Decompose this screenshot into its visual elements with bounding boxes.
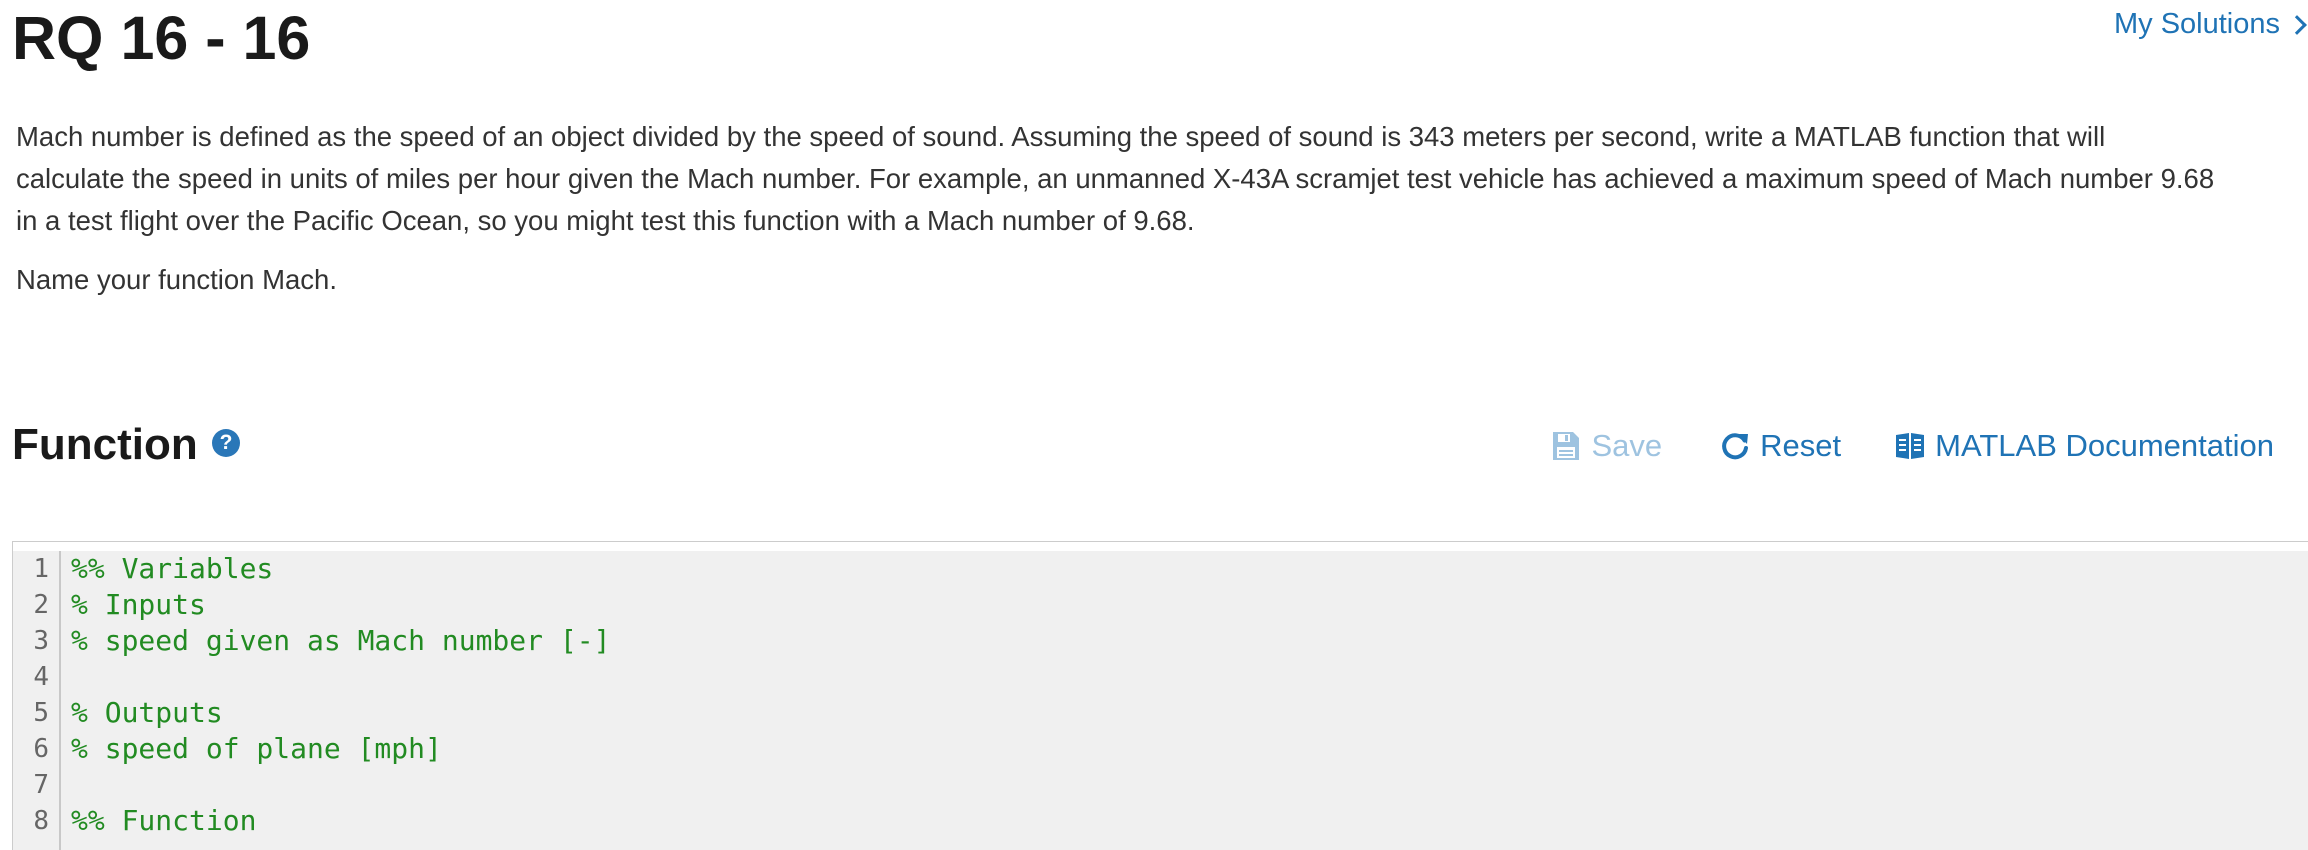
line-number: 2: [33, 590, 49, 620]
line-number: 5: [33, 698, 49, 728]
code-text: %% Function: [71, 804, 257, 837]
code-line[interactable]: 8 %% Function: [13, 803, 2308, 839]
question-circle-icon[interactable]: ?: [212, 429, 240, 457]
code-line[interactable]: 3 % speed given as Mach number [-]: [13, 623, 2308, 659]
line-number: 1: [33, 554, 49, 584]
code-text: %% Variables: [71, 552, 274, 585]
matlab-documentation-label: MATLAB Documentation: [1935, 428, 2274, 463]
function-section-title: Function: [12, 420, 198, 469]
code-line[interactable]: 7: [13, 767, 2308, 803]
code-line[interactable]: 5 % Outputs: [13, 695, 2308, 731]
page: RQ 16 - 16 My Solutions Mach number is d…: [0, 0, 2308, 850]
reset-button[interactable]: Reset: [1720, 428, 1841, 464]
code-line[interactable]: 6 % speed of plane [mph]: [13, 731, 2308, 767]
refresh-icon: [1722, 433, 1749, 460]
line-number: 4: [33, 662, 49, 692]
editor-top-strip: [13, 542, 2308, 551]
floppy-disk-icon: [1553, 432, 1580, 460]
code-text: % Outputs: [71, 696, 223, 729]
code-line[interactable]: 2 % Inputs: [13, 587, 2308, 623]
my-solutions-link[interactable]: My Solutions: [2113, 8, 2307, 41]
chevron-right-icon: [2287, 14, 2307, 35]
problem-paragraph: Mach number is defined as the speed of a…: [16, 121, 2215, 236]
save-button[interactable]: Save: [1551, 428, 1662, 464]
code-line[interactable]: 1 %% Variables: [13, 551, 2308, 587]
line-number: 8: [33, 806, 49, 836]
problem-description: Mach number is defined as the speed of a…: [16, 116, 2216, 318]
line-number: 6: [33, 734, 49, 764]
matlab-documentation-link[interactable]: MATLAB Documentation: [1895, 428, 2274, 464]
my-solutions-label: My Solutions: [2113, 8, 2280, 40]
line-number: 7: [33, 770, 49, 800]
function-toolbar: Save Reset MATLAB Documentation: [1551, 428, 2274, 464]
code-text: % speed of plane [mph]: [71, 732, 442, 765]
code-lines: 1 %% Variables 2 % Inputs 3 % speed give…: [13, 551, 2308, 839]
code-editor[interactable]: 1 %% Variables 2 % Inputs 3 % speed give…: [12, 541, 2308, 850]
problem-paragraph: Name your function Mach.: [16, 264, 337, 295]
page-title: RQ 16 - 16: [12, 4, 311, 72]
save-label: Save: [1591, 428, 1663, 463]
line-number: 3: [33, 626, 49, 656]
book-icon: [1896, 433, 1925, 459]
code-text: % speed given as Mach number [-]: [71, 624, 611, 657]
code-line[interactable]: 4: [13, 659, 2308, 695]
code-text: % Inputs: [71, 588, 206, 621]
reset-label: Reset: [1760, 428, 1842, 463]
